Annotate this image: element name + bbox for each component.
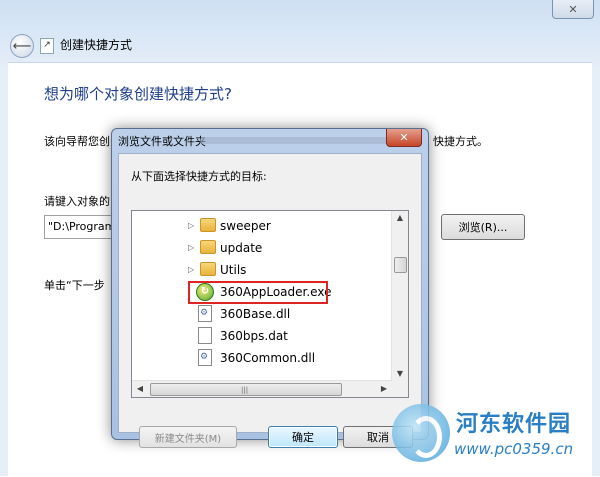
file-icon: [198, 327, 212, 344]
tree-item-360bps[interactable]: 360bps.dat: [132, 325, 382, 347]
location-input[interactable]: "D:\Program: [44, 215, 121, 239]
dialog-close-button[interactable]: ✕: [386, 129, 422, 147]
tree-item-label: sweeper: [220, 219, 271, 233]
blurred-title-area: [200, 137, 400, 144]
vertical-scroll-thumb[interactable]: [394, 257, 407, 273]
horizontal-scroll-thumb[interactable]: |||: [150, 383, 342, 396]
expand-arrow-icon[interactable]: ▷: [188, 243, 194, 252]
tree-item-label: 360Base.dll: [220, 307, 291, 321]
dll-file-icon: [198, 305, 212, 322]
folder-tree-list: ▷ sweeper ▷ update ▷ Utils ↻ 360AppLoade…: [132, 211, 392, 381]
expand-arrow-icon[interactable]: ▷: [188, 265, 194, 274]
tree-item-360common[interactable]: 360Common.dll: [132, 347, 382, 369]
shortcut-icon: ↗: [40, 38, 54, 54]
selection-highlight-box: [188, 281, 328, 304]
folder-icon: [200, 218, 216, 232]
folder-icon: [200, 262, 216, 276]
description-text-end: 快捷方式。: [433, 135, 488, 148]
window-close-button[interactable]: ✕: [552, 0, 594, 19]
tree-item-sweeper[interactable]: ▷ sweeper: [132, 215, 382, 237]
browse-button[interactable]: 浏览(R)...: [441, 214, 525, 240]
site-watermark: 河东软件园 www.pc0359.cn: [392, 400, 597, 470]
tree-item-label: update: [220, 241, 263, 255]
description-text: 该向导帮您创: [44, 135, 110, 148]
grip-icon: |||: [241, 386, 249, 394]
page-heading: 想为哪个对象创建快捷方式?: [44, 85, 232, 103]
browse-dialog-title: 浏览文件或文件夹: [118, 135, 206, 148]
horizontal-scrollbar[interactable]: ◀ ||| ▶: [132, 380, 392, 397]
wizard-title: 创建快捷方式: [60, 38, 133, 52]
folder-icon: [200, 240, 216, 254]
new-folder-button[interactable]: 新建文件夹(M): [139, 426, 237, 448]
title-bar: ✕ ⟵ ↗ 创建快捷方式: [0, 0, 600, 62]
watermark-logo-icon: [392, 404, 450, 462]
tree-item-utils[interactable]: ▷ Utils: [132, 259, 382, 281]
location-prompt: 请键入对象的: [44, 195, 110, 208]
next-hint-text: 单击“下一步: [44, 279, 105, 292]
dll-file-icon: [198, 349, 212, 366]
browse-dialog: 浏览文件或文件夹 ✕ 从下面选择快捷方式的目标: ▷ sweeper ▷ upd…: [111, 128, 429, 448]
browse-dialog-body: 从下面选择快捷方式的目标: ▷ sweeper ▷ update ▷ Utils: [118, 153, 422, 448]
ok-button[interactable]: 确定: [268, 426, 338, 448]
watermark-name: 河东软件园: [456, 411, 572, 437]
vertical-scrollbar[interactable]: ▲ ▼: [391, 211, 408, 381]
browse-prompt: 从下面选择快捷方式的目标:: [131, 170, 267, 183]
expand-arrow-icon[interactable]: ▷: [188, 221, 194, 230]
tree-item-360base[interactable]: 360Base.dll: [132, 303, 382, 325]
watermark-url: www.pc0359.cn: [454, 440, 574, 458]
back-button[interactable]: ⟵: [10, 34, 34, 58]
scroll-left-icon[interactable]: ◀: [132, 382, 148, 396]
tree-item-label: 360bps.dat: [220, 329, 288, 343]
tree-item-update[interactable]: ▷ update: [132, 237, 382, 259]
folder-tree[interactable]: ▷ sweeper ▷ update ▷ Utils ↻ 360AppLoade…: [131, 210, 409, 398]
back-arrow-icon: ⟵: [12, 38, 32, 54]
scroll-right-icon[interactable]: ▶: [376, 382, 392, 396]
tree-item-label: 360Common.dll: [220, 351, 316, 365]
tree-item-label: Utils: [220, 263, 247, 277]
scroll-down-icon[interactable]: ▼: [392, 367, 408, 381]
scrollbar-corner: [392, 381, 408, 397]
scroll-up-icon[interactable]: ▲: [392, 211, 408, 225]
